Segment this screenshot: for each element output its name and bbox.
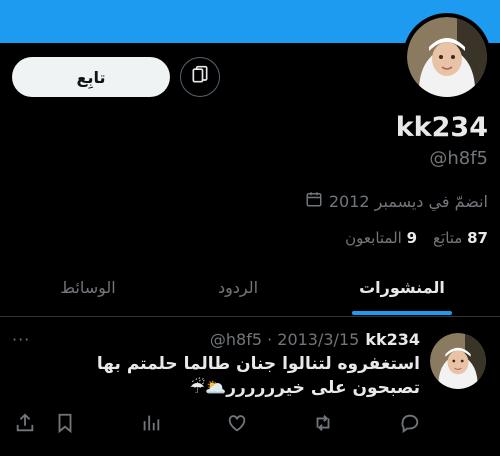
followers-link[interactable]: 9 المتابعون (345, 229, 417, 247)
more-options-icon[interactable]: ··· (12, 330, 30, 349)
tweet-line-2: تصبحون على خيرررررر🌥️☔ (189, 378, 420, 398)
profile-tabs: المنشورات الردود الوسائط (0, 258, 500, 317)
profile-handle: @h8f5 (429, 148, 488, 169)
tweet-line-1: استغفروه لتنالوا جنان طالما حلمتم بها (96, 354, 420, 374)
active-tab-indicator (352, 311, 452, 315)
followers-count: 9 (406, 229, 418, 247)
following-count: 87 (467, 229, 488, 247)
tab-media[interactable]: الوسائط (28, 258, 148, 316)
bookmark-icon[interactable] (54, 412, 76, 434)
joined-date: انضمّ في ديسمبر 2012 (305, 190, 488, 212)
follow-counts: 87 متابَع 9 المتابعون (345, 229, 488, 247)
like-icon[interactable] (226, 412, 248, 434)
tweet-meta[interactable]: @h8f5 · 2013/3/15 (210, 330, 359, 349)
retweet-icon[interactable] (312, 412, 334, 434)
tweet-text: استغفروه لتنالوا جنان طالما حلمتم بها تص… (90, 352, 420, 400)
message-button[interactable] (180, 57, 220, 97)
tweet-actions (0, 412, 500, 436)
tweet-avatar[interactable] (430, 333, 486, 389)
following-label: متابَع (433, 229, 463, 247)
message-icon (190, 65, 210, 89)
joined-text: انضمّ في ديسمبر 2012 (328, 191, 488, 211)
tweet-header: kk234 @h8f5 · 2013/3/15 (210, 330, 420, 349)
profile-name: kk234 (395, 112, 488, 143)
following-link[interactable]: 87 متابَع (433, 229, 488, 247)
views-icon[interactable] (140, 412, 162, 434)
reply-icon[interactable] (399, 412, 421, 434)
follow-button[interactable]: تابِع (12, 57, 170, 97)
tab-posts[interactable]: المنشورات (336, 258, 468, 316)
share-icon[interactable] (14, 412, 36, 434)
tweet-author-name[interactable]: kk234 (365, 330, 420, 349)
profile-avatar[interactable] (403, 13, 491, 101)
followers-label: المتابعون (345, 229, 402, 247)
tab-replies[interactable]: الردود (178, 258, 298, 316)
calendar-icon (305, 190, 323, 212)
